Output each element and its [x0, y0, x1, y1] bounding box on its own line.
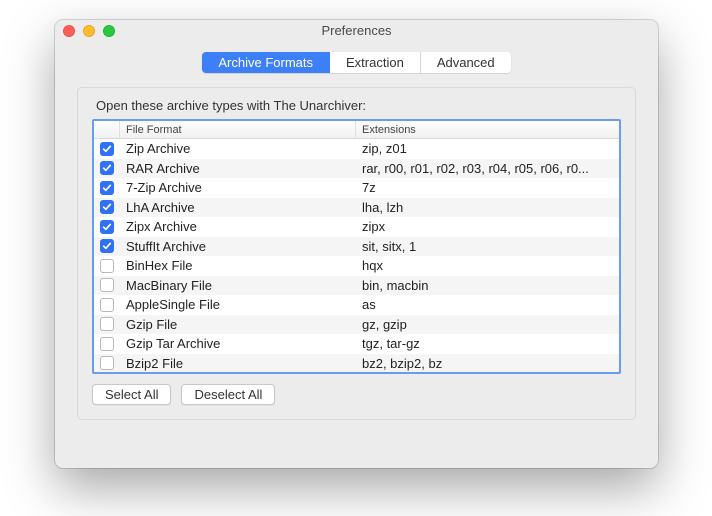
format-name: Gzip Tar Archive	[120, 336, 356, 351]
format-extensions: bz2, bzip2, bz	[356, 356, 619, 371]
format-checkbox[interactable]	[100, 142, 114, 156]
table-row[interactable]: Gzip Filegz, gzip	[94, 315, 619, 335]
button-row: Select All Deselect All	[92, 384, 621, 405]
format-name: 7-Zip Archive	[120, 180, 356, 195]
table-row[interactable]: AppleSingle Fileas	[94, 295, 619, 315]
format-extensions: bin, macbin	[356, 278, 619, 293]
format-extensions: sit, sitx, 1	[356, 239, 619, 254]
format-extensions: zipx	[356, 219, 619, 234]
table-row[interactable]: 7-Zip Archive7z	[94, 178, 619, 198]
formats-table[interactable]: File Format Extensions Zip Archivezip, z…	[92, 119, 621, 374]
tab-advanced[interactable]: Advanced	[421, 52, 511, 73]
format-extensions: 7z	[356, 180, 619, 195]
format-name: Zip Archive	[120, 141, 356, 156]
table-row[interactable]: Zip Archivezip, z01	[94, 139, 619, 159]
format-name: AppleSingle File	[120, 297, 356, 312]
row-checkbox-cell	[94, 278, 120, 292]
row-checkbox-cell	[94, 259, 120, 273]
table-row[interactable]: LhA Archivelha, lzh	[94, 198, 619, 218]
format-checkbox[interactable]	[100, 337, 114, 351]
format-name: MacBinary File	[120, 278, 356, 293]
row-checkbox-cell	[94, 161, 120, 175]
format-name: Bzip2 File	[120, 356, 356, 371]
format-extensions: hqx	[356, 258, 619, 273]
select-all-button[interactable]: Select All	[92, 384, 171, 405]
header-file-format[interactable]: File Format	[120, 121, 356, 138]
row-checkbox-cell	[94, 356, 120, 370]
format-extensions: gz, gzip	[356, 317, 619, 332]
format-extensions: lha, lzh	[356, 200, 619, 215]
window-controls	[63, 25, 115, 37]
format-name: Zipx Archive	[120, 219, 356, 234]
format-checkbox[interactable]	[100, 181, 114, 195]
format-extensions: rar, r00, r01, r02, r03, r04, r05, r06, …	[356, 161, 619, 176]
row-checkbox-cell	[94, 181, 120, 195]
format-name: LhA Archive	[120, 200, 356, 215]
table-row[interactable]: RAR Archiverar, r00, r01, r02, r03, r04,…	[94, 159, 619, 179]
close-icon[interactable]	[63, 25, 75, 37]
row-checkbox-cell	[94, 239, 120, 253]
row-checkbox-cell	[94, 298, 120, 312]
row-checkbox-cell	[94, 200, 120, 214]
table-row[interactable]: Bzip2 Filebz2, bzip2, bz	[94, 354, 619, 373]
tab-extraction[interactable]: Extraction	[330, 52, 421, 73]
format-name: BinHex File	[120, 258, 356, 273]
format-checkbox[interactable]	[100, 220, 114, 234]
titlebar: Preferences	[55, 20, 658, 42]
format-checkbox[interactable]	[100, 317, 114, 331]
row-checkbox-cell	[94, 337, 120, 351]
format-name: RAR Archive	[120, 161, 356, 176]
format-extensions: tgz, tar-gz	[356, 336, 619, 351]
header-checkbox-col	[94, 121, 120, 138]
tab-archive-formats[interactable]: Archive Formats	[202, 52, 330, 73]
format-name: StuffIt Archive	[120, 239, 356, 254]
table-row[interactable]: MacBinary Filebin, macbin	[94, 276, 619, 296]
format-checkbox[interactable]	[100, 259, 114, 273]
format-checkbox[interactable]	[100, 298, 114, 312]
instruction-label: Open these archive types with The Unarch…	[96, 98, 621, 113]
format-checkbox[interactable]	[100, 278, 114, 292]
format-checkbox[interactable]	[100, 161, 114, 175]
preferences-window: Preferences Archive FormatsExtractionAdv…	[55, 20, 658, 468]
format-checkbox[interactable]	[100, 200, 114, 214]
header-extensions[interactable]: Extensions	[356, 121, 619, 138]
format-extensions: zip, z01	[356, 141, 619, 156]
table-header: File Format Extensions	[94, 121, 619, 139]
format-extensions: as	[356, 297, 619, 312]
row-checkbox-cell	[94, 220, 120, 234]
format-name: Gzip File	[120, 317, 356, 332]
table-body: Zip Archivezip, z01RAR Archiverar, r00, …	[94, 139, 619, 372]
format-checkbox[interactable]	[100, 356, 114, 370]
table-row[interactable]: StuffIt Archivesit, sitx, 1	[94, 237, 619, 257]
window-title: Preferences	[63, 20, 650, 42]
minimize-icon[interactable]	[83, 25, 95, 37]
tab-bar: Archive FormatsExtractionAdvanced	[55, 42, 658, 87]
zoom-icon[interactable]	[103, 25, 115, 37]
formats-groupbox: Open these archive types with The Unarch…	[77, 87, 636, 420]
table-row[interactable]: BinHex Filehqx	[94, 256, 619, 276]
row-checkbox-cell	[94, 142, 120, 156]
format-checkbox[interactable]	[100, 239, 114, 253]
row-checkbox-cell	[94, 317, 120, 331]
table-row[interactable]: Gzip Tar Archivetgz, tar-gz	[94, 334, 619, 354]
deselect-all-button[interactable]: Deselect All	[181, 384, 275, 405]
table-row[interactable]: Zipx Archivezipx	[94, 217, 619, 237]
